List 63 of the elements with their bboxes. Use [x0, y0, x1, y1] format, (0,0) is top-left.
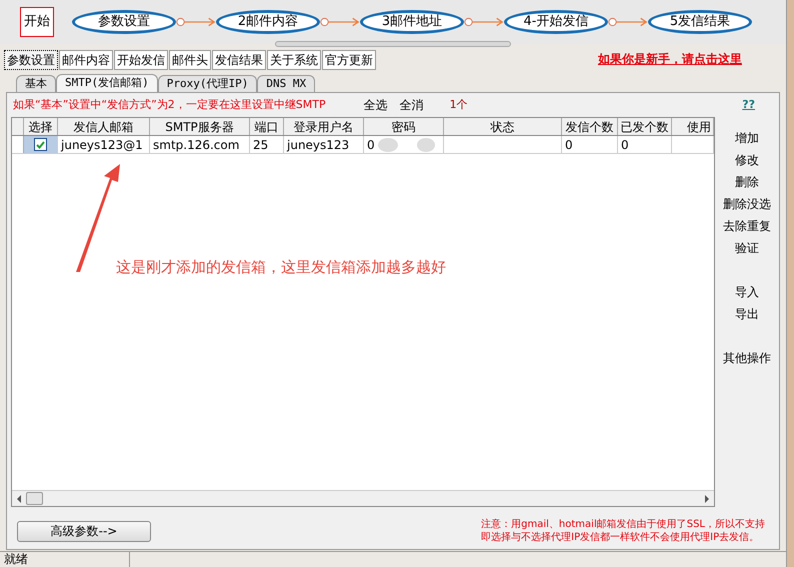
tab[interactable]: 关于系统 [267, 50, 321, 70]
flow-step[interactable]: 4-开始发信 [504, 10, 608, 34]
flow-step[interactable]: 3邮件地址 [360, 10, 464, 34]
tab[interactable]: 开始发信 [114, 50, 168, 70]
note-text: 即选择与不选择代理IP发信都一样软件不会使用代理IP去发信。 [481, 531, 760, 544]
note-text: 注意：用gmail、hotmail邮箱发信由于使用了SSL，所以不支持 [481, 518, 765, 531]
action-button[interactable]: 导出 [735, 303, 759, 325]
start-button[interactable]: 开始 [20, 7, 54, 37]
column-header[interactable]: 选择 [24, 118, 58, 135]
column-header[interactable]: 密码 [364, 118, 444, 135]
action-button[interactable]: 删除 [735, 171, 759, 193]
tab[interactable]: 邮件头 [169, 50, 211, 70]
check-icon [36, 140, 45, 148]
table-cell-text: juneys123@1 [61, 136, 143, 153]
column-header[interactable]: 端口 [250, 118, 284, 135]
tab[interactable]: 发信结果 [212, 50, 266, 70]
flow-step[interactable]: 2邮件内容 [216, 10, 320, 34]
action-button[interactable]: 修改 [735, 149, 759, 171]
subtab[interactable]: Proxy(代理IP) [158, 75, 258, 92]
arrow-icon [320, 16, 360, 28]
subtab[interactable]: DNS MX [257, 75, 316, 92]
newbie-link[interactable]: 如果你是新手，请点击这里 [598, 50, 742, 68]
table-cell-text: smtp.126.com [153, 136, 240, 153]
arrow-icon [608, 16, 648, 28]
checkbox[interactable] [34, 138, 47, 151]
tab[interactable]: 参数设置 [4, 50, 58, 70]
arrow-icon [176, 16, 216, 28]
column-header[interactable]: 发信人邮箱 [58, 118, 150, 135]
count-text: 1个 [450, 96, 468, 113]
column-header[interactable]: 发信个数 [562, 118, 618, 135]
action-button[interactable]: 去除重复 [723, 215, 771, 237]
select-all-button[interactable]: 全选 [364, 96, 388, 114]
status-text: 就绪 [0, 552, 130, 567]
advanced-button[interactable]: 高级参数--> [17, 520, 151, 542]
subtab[interactable]: SMTP(发信邮箱) [56, 74, 158, 92]
column-header[interactable]: 状态 [444, 118, 562, 135]
flow-step[interactable]: 5发信结果 [648, 10, 752, 34]
subtab[interactable]: 基本 [16, 75, 56, 92]
table-cell-text: 0 [367, 136, 375, 153]
splitter-handle[interactable] [275, 41, 511, 47]
hint-text: 如果“基本”设置中“发信方式”为2，一定要在这里设置中继SMTP [13, 96, 326, 113]
arrow-icon [464, 16, 504, 28]
table-cell-text: 25 [253, 136, 268, 153]
tab[interactable]: 官方更新 [322, 50, 376, 70]
annotation-text: 这是刚才添加的发信箱，这里发信箱添加越多越好 [116, 257, 446, 278]
tab[interactable]: 邮件内容 [59, 50, 113, 70]
action-button[interactable]: 其他操作 [723, 347, 771, 369]
scrollbar-thumb[interactable] [26, 492, 43, 505]
action-button[interactable]: 验证 [735, 237, 759, 259]
help-link[interactable]: ?? [742, 96, 755, 114]
column-header[interactable]: SMTP服务器 [150, 118, 250, 135]
column-header[interactable]: 登录用户名 [284, 118, 364, 135]
column-header[interactable]: 使用 [672, 118, 714, 135]
action-button[interactable]: 增加 [735, 127, 759, 149]
action-button[interactable]: 导入 [735, 281, 759, 303]
action-button[interactable]: 删除没选 [723, 193, 771, 215]
column-header[interactable]: 已发个数 [618, 118, 672, 135]
table-cell-text: 0 [621, 136, 629, 153]
table-cell-text: juneys123 [287, 136, 350, 153]
deselect-all-button[interactable]: 全消 [400, 96, 424, 114]
table-cell-text: 0 [565, 136, 573, 153]
blur-mask-icon [376, 137, 436, 153]
flow-step[interactable]: 参数设置 [72, 10, 176, 34]
